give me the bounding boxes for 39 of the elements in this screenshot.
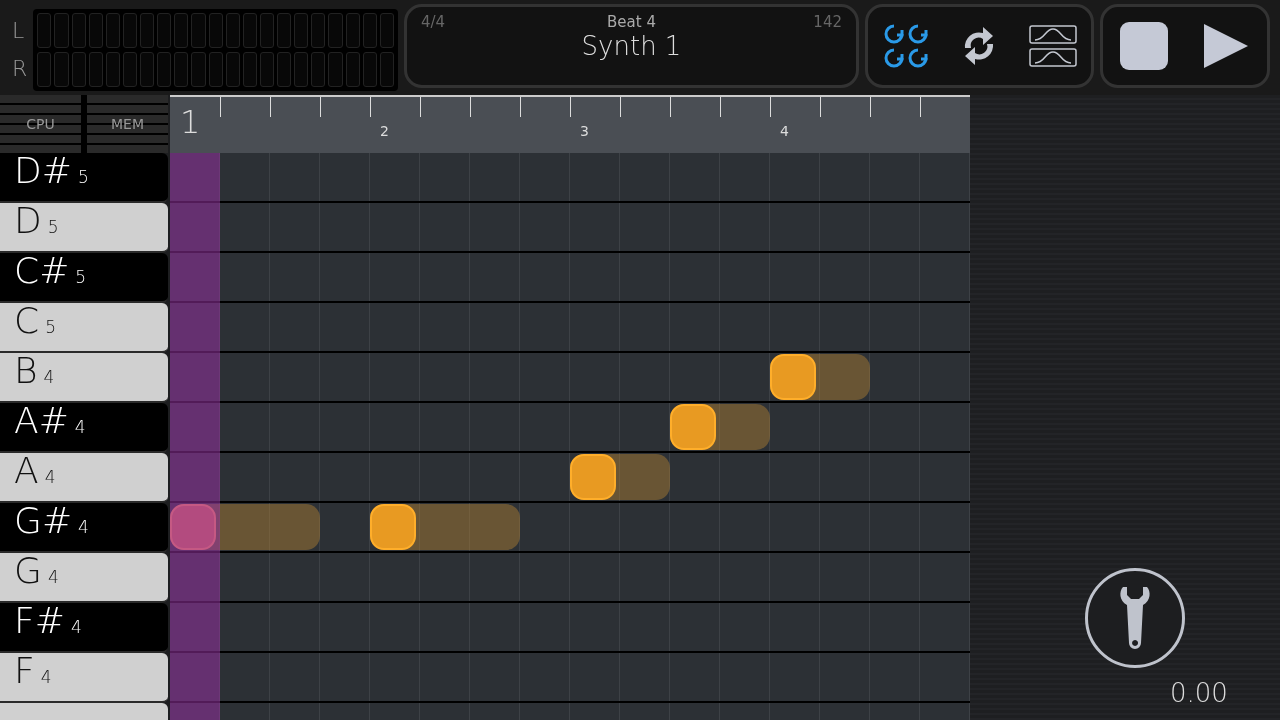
note-block[interactable] [770,354,870,400]
piano-key[interactable]: G# 4 [0,503,168,553]
piano-key[interactable]: C# 5 [0,253,168,303]
piano-key[interactable]: F 4 [0,653,168,703]
piano-key[interactable]: A# 4 [0,403,168,453]
note-lane[interactable] [170,353,970,403]
wrench-icon [1119,585,1151,651]
channel-label: L [12,18,26,43]
channel-label: R [12,56,28,81]
track-name: Synth 1 [581,31,682,61]
piano-key[interactable]: F# 4 [0,603,168,653]
usage-meter: MEM [87,95,168,153]
play-button[interactable] [1202,22,1250,70]
beat-number: 4 [780,123,789,139]
time-signature: 4/4 [421,13,447,33]
note-lane[interactable] [170,453,970,503]
beat-label: Beat 4 [607,13,656,31]
play-icon [1202,22,1250,70]
timeline-ruler[interactable]: 1 2 3 4 [170,95,970,153]
piano-key[interactable]: C 5 [0,303,168,353]
note-block[interactable] [570,454,670,500]
piano-key[interactable]: G 4 [0,553,168,603]
beat-number: 2 [380,123,389,139]
tempo-value: 142 [812,13,842,33]
usage-meter: CPU [0,95,81,153]
note-block[interactable] [670,404,770,450]
piano-key[interactable]: B 4 [0,353,168,403]
note-lane[interactable] [170,503,970,553]
waveform-toggle[interactable] [1029,24,1078,68]
note-block[interactable] [370,504,520,550]
piano-key[interactable]: D 5 [0,203,168,253]
stop-button[interactable] [1120,22,1168,70]
stop-icon [1120,22,1168,70]
beat-number: 1 [180,103,201,141]
note-lane[interactable] [170,403,970,453]
piano-key[interactable]: A 4 [0,453,168,503]
value-readout: 0.00 [1170,678,1228,708]
beat-number: 3 [580,123,589,139]
piano-key[interactable]: D# 5 [0,153,168,203]
